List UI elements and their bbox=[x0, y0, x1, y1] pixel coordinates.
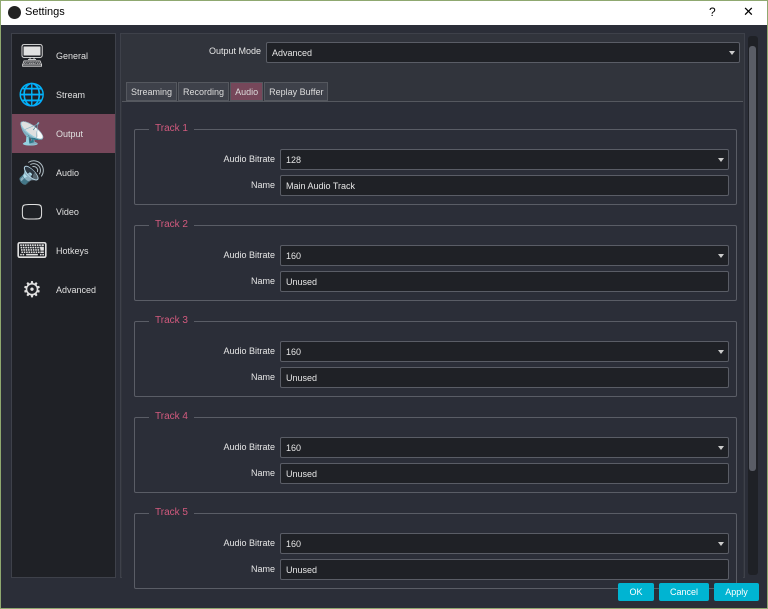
track-name-label: Name bbox=[250, 564, 275, 574]
audio-bitrate-select[interactable]: 160 bbox=[280, 245, 729, 266]
track-name-label: Name bbox=[250, 468, 275, 478]
sidebar-item-label: Hotkeys bbox=[56, 245, 89, 256]
track-name-input[interactable]: Unused bbox=[280, 271, 729, 292]
sidebar-item-video[interactable]: 🖵 Video bbox=[12, 192, 115, 231]
audio-bitrate-select[interactable]: 128 bbox=[280, 149, 729, 170]
track-group: Track 2 Audio Bitrate 160 Name Unused bbox=[134, 219, 737, 301]
settings-sidebar: 🖥 General 🌐 Stream 📡 Output 🔊 Audio 🖵 Video ⌨ Hotke… bbox=[11, 33, 116, 578]
cancel-button[interactable]: Cancel bbox=[659, 583, 709, 601]
audio-bitrate-label: Audio Bitrate bbox=[223, 538, 275, 548]
dropdown-arrow-icon bbox=[718, 349, 724, 354]
broadcast-icon: 📡 bbox=[18, 120, 46, 146]
output-mode-label: Output Mode bbox=[208, 46, 261, 56]
audio-bitrate-value: 160 bbox=[286, 346, 302, 357]
track-group: Track 1 Audio Bitrate 128 Name Main Audi… bbox=[134, 123, 737, 205]
audio-bitrate-label: Audio Bitrate bbox=[223, 154, 275, 164]
track-name-label: Name bbox=[250, 180, 275, 190]
track-group: Track 4 Audio Bitrate 160 Name Unused bbox=[134, 411, 737, 493]
title-bar: Settings ? ✕ bbox=[1, 1, 767, 25]
track-title: Track 5 bbox=[149, 507, 194, 518]
track-name-input[interactable]: Unused bbox=[280, 559, 729, 580]
sidebar-item-advanced[interactable]: ⚙ Advanced bbox=[12, 270, 115, 309]
obs-logo-icon bbox=[8, 6, 21, 19]
audio-bitrate-value: 160 bbox=[286, 538, 302, 549]
audio-bitrate-select[interactable]: 160 bbox=[280, 437, 729, 458]
track-name-value: Unused bbox=[286, 564, 318, 575]
dropdown-arrow-icon bbox=[718, 157, 724, 162]
output-tabs: Streaming Recording Audio Replay Buffer bbox=[126, 82, 329, 101]
sidebar-item-label: Audio bbox=[56, 167, 80, 178]
sidebar-item-label: Output bbox=[56, 128, 84, 139]
track-name-value: Unused bbox=[286, 468, 318, 479]
track-name-label: Name bbox=[250, 276, 275, 286]
output-mode-value: Advanced bbox=[272, 47, 313, 58]
keyboard-icon: ⌨ bbox=[16, 237, 48, 263]
dropdown-arrow-icon bbox=[729, 50, 735, 55]
sidebar-item-stream[interactable]: 🌐 Stream bbox=[12, 75, 115, 114]
scrollbar-thumb[interactable] bbox=[749, 46, 756, 471]
track-group: Track 5 Audio Bitrate 160 Name Unused bbox=[134, 507, 737, 589]
monitor-icon: 🖵 bbox=[21, 198, 43, 224]
help-button[interactable]: ? bbox=[709, 5, 716, 19]
vertical-scrollbar[interactable] bbox=[748, 36, 758, 575]
sidebar-item-label: Video bbox=[56, 206, 79, 217]
audio-bitrate-value: 128 bbox=[286, 154, 302, 165]
track-title: Track 4 bbox=[149, 411, 194, 422]
window-title: Settings bbox=[25, 6, 65, 18]
tab-replay-buffer[interactable]: Replay Buffer bbox=[264, 82, 329, 101]
sidebar-item-label: Advanced bbox=[56, 284, 97, 295]
audio-bitrate-value: 160 bbox=[286, 442, 302, 453]
audio-bitrate-select[interactable]: 160 bbox=[280, 341, 729, 362]
globe-icon: 🌐 bbox=[18, 81, 46, 107]
track-name-input[interactable]: Unused bbox=[280, 367, 729, 388]
track-name-input[interactable]: Main Audio Track bbox=[280, 175, 729, 196]
sidebar-item-label: Stream bbox=[56, 89, 86, 100]
dropdown-arrow-icon bbox=[718, 541, 724, 546]
speaker-icon: 🔊 bbox=[18, 159, 46, 185]
sidebar-item-label: General bbox=[56, 50, 89, 61]
general-icon: 🖥 bbox=[18, 42, 46, 68]
track-name-label: Name bbox=[250, 372, 275, 382]
ok-button[interactable]: OK bbox=[618, 583, 654, 601]
tab-audio[interactable]: Audio bbox=[230, 82, 264, 101]
track-name-value: Main Audio Track bbox=[286, 180, 356, 191]
output-settings-panel: Output Mode Advanced Streaming Recording A… bbox=[120, 33, 758, 589]
track-name-value: Unused bbox=[286, 276, 318, 287]
tab-recording[interactable]: Recording bbox=[178, 82, 230, 101]
track-title: Track 1 bbox=[149, 123, 194, 134]
apply-button[interactable]: Apply bbox=[714, 583, 759, 601]
gears-icon: ⚙ bbox=[22, 276, 42, 302]
dropdown-arrow-icon bbox=[718, 253, 724, 258]
audio-bitrate-label: Audio Bitrate bbox=[223, 250, 275, 260]
track-title: Track 3 bbox=[149, 315, 194, 326]
track-name-input[interactable]: Unused bbox=[280, 463, 729, 484]
tab-streaming[interactable]: Streaming bbox=[126, 82, 178, 101]
sidebar-item-audio[interactable]: 🔊 Audio bbox=[12, 153, 115, 192]
output-mode-select[interactable]: Advanced bbox=[266, 42, 740, 63]
close-button[interactable]: ✕ bbox=[743, 4, 754, 20]
dropdown-arrow-icon bbox=[718, 445, 724, 450]
track-title: Track 2 bbox=[149, 219, 194, 230]
track-group: Track 3 Audio Bitrate 160 Name Unused bbox=[134, 315, 737, 397]
sidebar-item-output[interactable]: 📡 Output bbox=[12, 114, 115, 153]
sidebar-item-hotkeys[interactable]: ⌨ Hotkeys bbox=[12, 231, 115, 270]
audio-bitrate-select[interactable]: 160 bbox=[280, 533, 729, 554]
audio-bitrate-label: Audio Bitrate bbox=[223, 346, 275, 356]
sidebar-item-general[interactable]: 🖥 General bbox=[12, 36, 115, 75]
audio-bitrate-value: 160 bbox=[286, 250, 302, 261]
track-name-value: Unused bbox=[286, 372, 318, 383]
audio-tab-content: Track 1 Audio Bitrate 128 Name Main Audi… bbox=[122, 101, 743, 589]
audio-bitrate-label: Audio Bitrate bbox=[223, 442, 275, 452]
